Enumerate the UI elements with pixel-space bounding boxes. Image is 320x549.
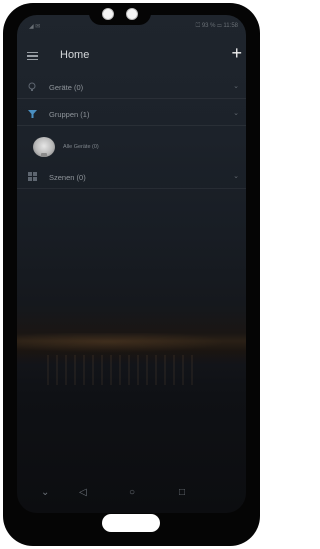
group-item-all-devices[interactable]: Alle Geräte (0) [17, 135, 246, 159]
filter-icon [27, 109, 37, 119]
phone-speaker [102, 514, 160, 532]
chevron-down-icon[interactable]: ⌄ [41, 487, 49, 499]
scenes-icon [27, 172, 37, 182]
page-title: Home [60, 49, 90, 61]
chevron-down-icon[interactable]: ⌄ [233, 109, 239, 117]
chevron-down-icon[interactable]: ⌄ [233, 172, 239, 180]
status-right: ⏍ 93 % ▭ 11:58 [195, 23, 238, 29]
lightbulb-icon [27, 82, 37, 92]
background-horizon [17, 333, 246, 355]
plus-icon[interactable]: + [231, 43, 242, 63]
camera-notch [89, 3, 151, 25]
phone-frame: ◢ ✉ ⏍ 93 % ▭ 11:58 Home + Geräte (0) ⌄ G… [3, 3, 260, 546]
app-bar: Home + [17, 43, 246, 69]
status-left: ◢ ✉ [29, 24, 41, 30]
chevron-down-icon[interactable]: ⌄ [233, 82, 239, 90]
app-screen: ◢ ✉ ⏍ 93 % ▭ 11:58 Home + Geräte (0) ⌄ G… [17, 15, 246, 513]
camera-lens-right [126, 8, 138, 20]
recents-icon[interactable]: □ [179, 487, 185, 499]
system-nav-bar: ⌄ ◁ ○ □ [17, 485, 246, 505]
group-item-label: Alle Geräte (0) [63, 144, 99, 150]
section-label-scenes: Szenen (0) [49, 173, 86, 182]
section-scenes[interactable]: Szenen (0) ⌄ [17, 168, 246, 189]
camera-lens-left [102, 8, 114, 20]
section-devices[interactable]: Geräte (0) ⌄ [17, 78, 246, 99]
menu-icon[interactable] [27, 52, 38, 61]
back-icon[interactable]: ◁ [79, 487, 87, 499]
bulb-base [41, 153, 47, 157]
background-water-reflection [47, 355, 197, 385]
section-label-devices: Geräte (0) [49, 83, 84, 92]
section-groups[interactable]: Gruppen (1) ⌄ [17, 105, 246, 126]
section-label-groups: Gruppen (1) [49, 110, 90, 119]
home-icon[interactable]: ○ [129, 487, 135, 499]
